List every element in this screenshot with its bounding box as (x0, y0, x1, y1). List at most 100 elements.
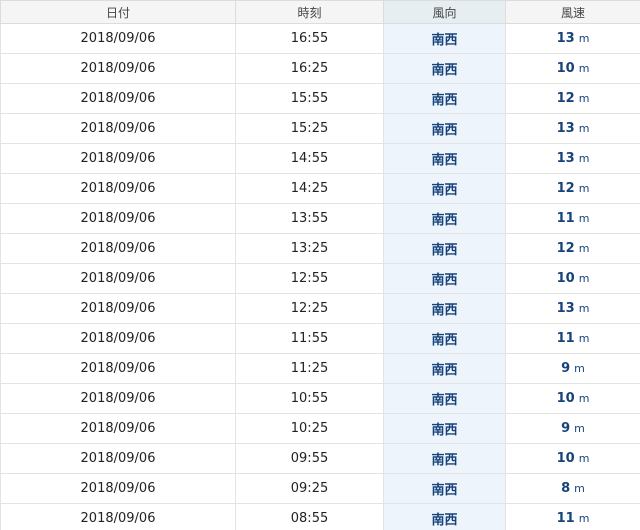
speed-unit: m (574, 362, 585, 375)
cell-direction: 南西 (383, 143, 506, 174)
cell-direction: 南西 (383, 203, 506, 234)
table-row: 2018/09/06 11:25 南西 9 m (0, 353, 640, 384)
cell-speed: 12 m (505, 173, 640, 204)
table-header: 日付 時刻 風向 風速 (0, 0, 640, 24)
speed-unit: m (578, 332, 590, 345)
cell-direction: 南西 (383, 383, 506, 414)
speed-value: 8 (561, 481, 571, 496)
speed-value: 13 (556, 151, 575, 166)
cell-date: 2018/09/06 (0, 83, 236, 114)
cell-time: 09:55 (235, 443, 384, 474)
table-body: 2018/09/06 16:55 南西 13 m 2018/09/06 16:25 南西 10 m… (0, 23, 640, 530)
cell-time: 15:25 (235, 113, 384, 144)
cell-time: 13:25 (235, 233, 384, 264)
table-row: 2018/09/06 08:55 南西 11 m (0, 503, 640, 530)
cell-direction: 南西 (383, 323, 506, 354)
speed-unit: m (578, 272, 590, 285)
cell-date: 2018/09/06 (0, 23, 236, 54)
cell-speed: 10 m (505, 383, 640, 414)
table-row: 2018/09/06 12:55 南西 10 m (0, 263, 640, 294)
speed-unit: m (578, 32, 590, 45)
cell-time: 08:55 (235, 503, 384, 530)
cell-time: 12:55 (235, 263, 384, 294)
cell-direction: 南西 (383, 83, 506, 114)
cell-speed: 12 m (505, 233, 640, 264)
cell-speed: 12 m (505, 83, 640, 114)
cell-speed: 11 m (505, 203, 640, 234)
speed-value: 10 (556, 451, 575, 466)
cell-speed: 13 m (505, 143, 640, 174)
table-row: 2018/09/06 09:25 南西 8 m (0, 473, 640, 504)
speed-unit: m (574, 422, 585, 435)
speed-unit: m (578, 452, 590, 465)
cell-direction: 南西 (383, 23, 506, 54)
cell-time: 13:55 (235, 203, 384, 234)
column-header-direction: 風向 (383, 0, 506, 24)
speed-value: 13 (556, 121, 575, 136)
cell-direction: 南西 (383, 263, 506, 294)
speed-unit: m (578, 242, 590, 255)
cell-date: 2018/09/06 (0, 413, 236, 444)
speed-unit: m (578, 212, 590, 225)
table-row: 2018/09/06 10:55 南西 10 m (0, 383, 640, 414)
cell-direction: 南西 (383, 353, 506, 384)
cell-direction: 南西 (383, 113, 506, 144)
speed-unit: m (578, 512, 590, 525)
table-row: 2018/09/06 13:25 南西 12 m (0, 233, 640, 264)
cell-date: 2018/09/06 (0, 443, 236, 474)
table-row: 2018/09/06 09:55 南西 10 m (0, 443, 640, 474)
cell-speed: 9m (505, 353, 640, 384)
speed-unit: m (574, 482, 585, 495)
cell-speed: 13 m (505, 113, 640, 144)
speed-value: 10 (556, 61, 575, 76)
header-row: 日付 時刻 風向 風速 (0, 0, 640, 24)
table-row: 2018/09/06 10:25 南西 9 m (0, 413, 640, 444)
speed-unit: m (578, 92, 590, 105)
table-row: 2018/09/06 14:25 南西 12 m (0, 173, 640, 204)
cell-date: 2018/09/06 (0, 353, 236, 384)
cell-date: 2018/09/06 (0, 233, 236, 264)
cell-date: 2018/09/06 (0, 323, 236, 354)
cell-time: 11:25 (235, 353, 384, 384)
cell-time: 11:55 (235, 323, 384, 354)
speed-unit: m (578, 122, 590, 135)
cell-speed: 9m (505, 413, 640, 444)
speed-value: 11 (556, 211, 575, 226)
cell-time: 14:55 (235, 143, 384, 174)
speed-value: 13 (556, 31, 575, 46)
speed-value: 11 (556, 331, 575, 346)
cell-time: 16:55 (235, 23, 384, 54)
cell-time: 10:55 (235, 383, 384, 414)
cell-direction: 南西 (383, 503, 506, 530)
speed-unit: m (578, 392, 590, 405)
column-header-date: 日付 (0, 0, 236, 24)
speed-unit: m (578, 182, 590, 195)
speed-unit: m (578, 62, 590, 75)
cell-direction: 南西 (383, 53, 506, 84)
table-row: 2018/09/06 16:25 南西 10 m (0, 53, 640, 84)
cell-speed: 10 m (505, 263, 640, 294)
cell-time: 16:25 (235, 53, 384, 84)
speed-value: 13 (556, 301, 575, 316)
cell-date: 2018/09/06 (0, 263, 236, 294)
speed-value: 12 (556, 241, 575, 256)
cell-direction: 南西 (383, 473, 506, 504)
cell-date: 2018/09/06 (0, 143, 236, 174)
cell-speed: 10 m (505, 443, 640, 474)
cell-date: 2018/09/06 (0, 113, 236, 144)
cell-time: 10:25 (235, 413, 384, 444)
speed-value: 12 (556, 91, 575, 106)
table-row: 2018/09/06 11:55 南西 11 m (0, 323, 640, 354)
cell-date: 2018/09/06 (0, 473, 236, 504)
speed-unit: m (578, 152, 590, 165)
cell-date: 2018/09/06 (0, 53, 236, 84)
cell-speed: 8m (505, 473, 640, 504)
cell-date: 2018/09/06 (0, 293, 236, 324)
table-row: 2018/09/06 16:55 南西 13 m (0, 23, 640, 54)
cell-speed: 11 m (505, 323, 640, 354)
wind-data-table: 日付 時刻 風向 風速 2018/09/06 16:55 南西 13 m 2018/09/… (0, 0, 640, 530)
speed-unit: m (578, 302, 590, 315)
cell-date: 2018/09/06 (0, 503, 236, 530)
cell-time: 15:55 (235, 83, 384, 114)
table-row: 2018/09/06 14:55 南西 13 m (0, 143, 640, 174)
